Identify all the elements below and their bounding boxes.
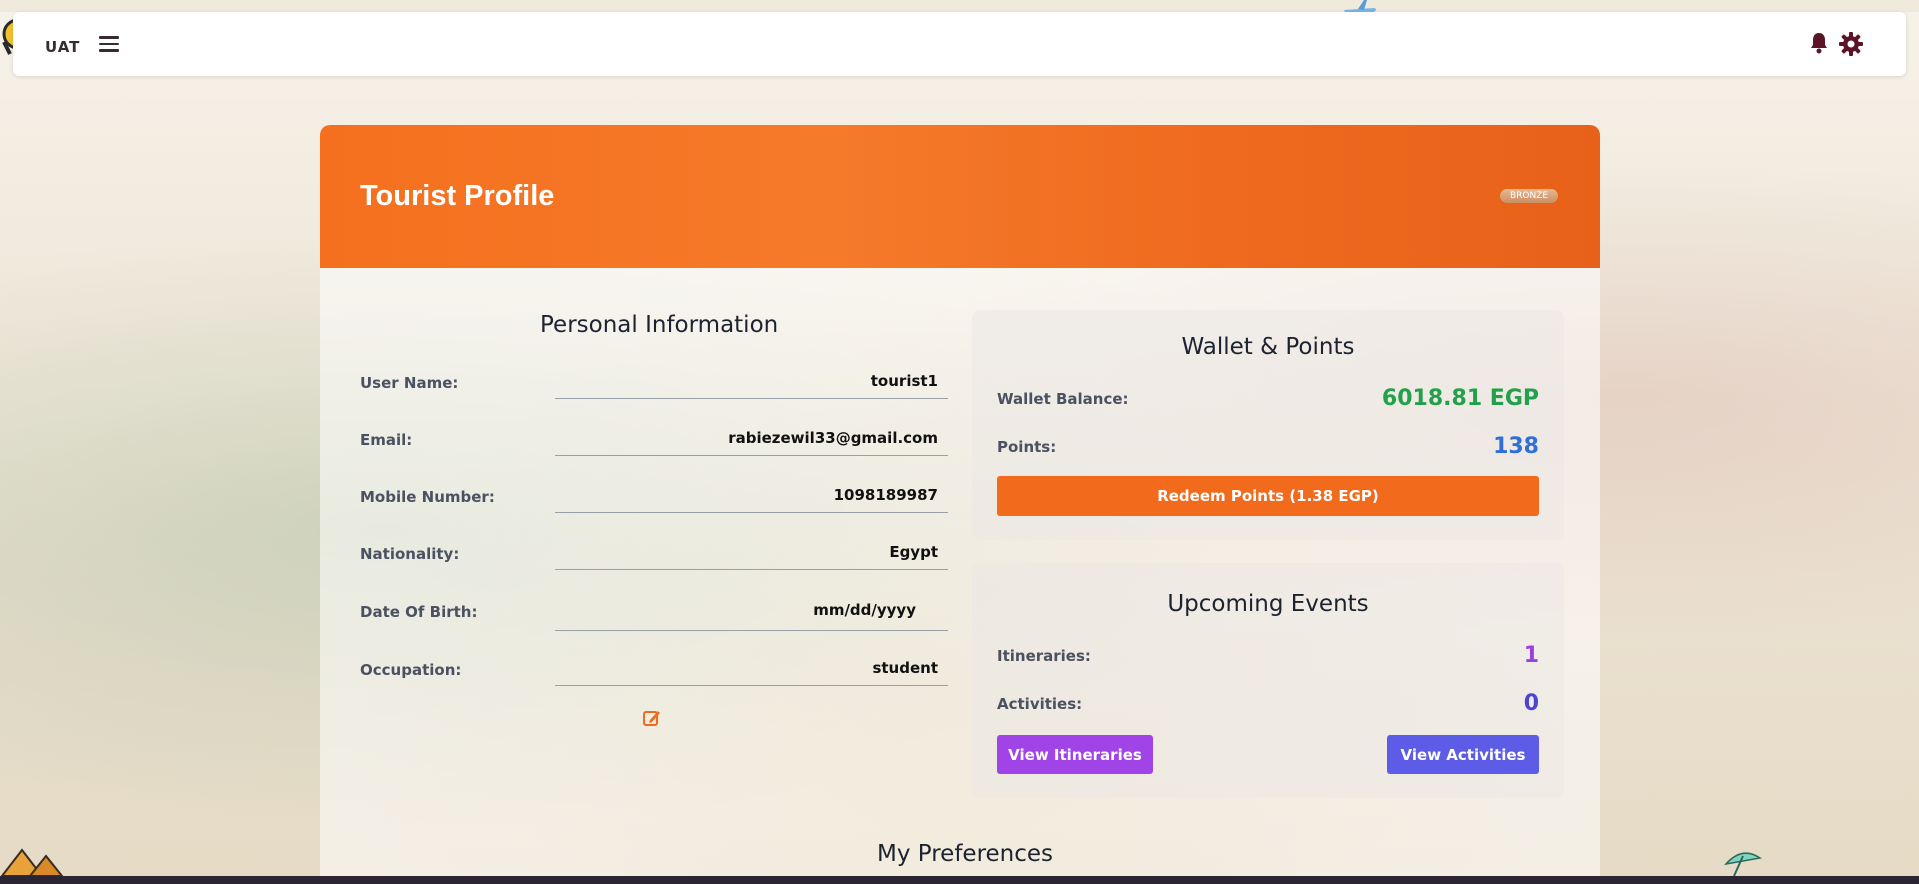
top-strip — [0, 0, 1919, 12]
divider — [555, 398, 948, 399]
info-row-nationality: Nationality: Egypt — [360, 543, 948, 585]
dob-label: Date Of Birth: — [360, 603, 478, 621]
wallet-balance-value: 6018.81 EGP — [1381, 386, 1539, 411]
info-row-mobile: Mobile Number: 1098189987 — [360, 486, 948, 528]
mobile-label: Mobile Number: — [360, 488, 495, 506]
divider — [555, 512, 948, 513]
activities-label: Activities: — [997, 695, 1083, 713]
points-value: 138 — [1493, 434, 1539, 459]
wallet-panel: Wallet & Points Wallet Balance: 6018.81 … — [972, 310, 1564, 540]
activities-count: 0 — [1523, 691, 1539, 716]
divider — [555, 455, 948, 456]
divider — [555, 569, 948, 570]
username-value: tourist1 — [870, 372, 938, 390]
beach-umbrella-icon — [1724, 852, 1762, 876]
itineraries-count: 1 — [1523, 643, 1539, 668]
bell-icon[interactable] — [1810, 32, 1828, 54]
info-row-dob: Date Of Birth: mm/dd/yyyy — [360, 601, 948, 643]
edit-icon[interactable] — [642, 708, 662, 728]
occupation-label: Occupation: — [360, 661, 462, 679]
view-itineraries-button[interactable]: View Itineraries — [997, 735, 1153, 774]
info-row-username: User Name: tourist1 — [360, 372, 948, 414]
username-label: User Name: — [360, 374, 459, 392]
nationality-value: Egypt — [889, 543, 938, 561]
events-panel: Upcoming Events Itineraries: 1 Activitie… — [972, 563, 1564, 798]
info-row-occupation: Occupation: student — [360, 659, 948, 701]
view-activities-button[interactable]: View Activities — [1387, 735, 1539, 774]
personal-info-title: Personal Information — [540, 312, 779, 338]
pyramid-icon — [0, 848, 64, 876]
dob-value: mm/dd/yyyy — [813, 601, 916, 619]
bottom-strip — [0, 876, 1919, 884]
nationality-label: Nationality: — [360, 545, 460, 563]
profile-header: Tourist Profile BRONZE — [320, 125, 1600, 268]
preferences-title: My Preferences — [877, 841, 1054, 867]
page-title: Tourist Profile — [360, 180, 555, 212]
email-label: Email: — [360, 431, 413, 449]
mobile-value: 1098189987 — [833, 486, 938, 504]
occupation-value: student — [872, 659, 938, 677]
wallet-balance-label: Wallet Balance: — [997, 390, 1129, 408]
itineraries-label: Itineraries: — [997, 647, 1091, 665]
menu-icon[interactable] — [99, 36, 119, 52]
events-title: Upcoming Events — [1167, 591, 1369, 617]
email-value: rabiezewil33@gmail.com — [728, 429, 938, 447]
redeem-points-button[interactable]: Redeem Points (1.38 EGP) — [997, 476, 1539, 516]
divider — [555, 685, 948, 686]
wallet-title: Wallet & Points — [1181, 334, 1355, 360]
brand-name[interactable]: UAT — [45, 38, 80, 56]
info-row-email: Email: rabiezewil33@gmail.com — [360, 429, 948, 471]
tier-badge: BRONZE — [1500, 189, 1558, 203]
top-navbar: UAT — [13, 12, 1906, 76]
profile-card: Tourist Profile BRONZE Personal Informat… — [320, 125, 1600, 884]
divider — [555, 630, 948, 631]
points-label: Points: — [997, 438, 1057, 456]
gear-icon[interactable] — [1839, 32, 1863, 56]
